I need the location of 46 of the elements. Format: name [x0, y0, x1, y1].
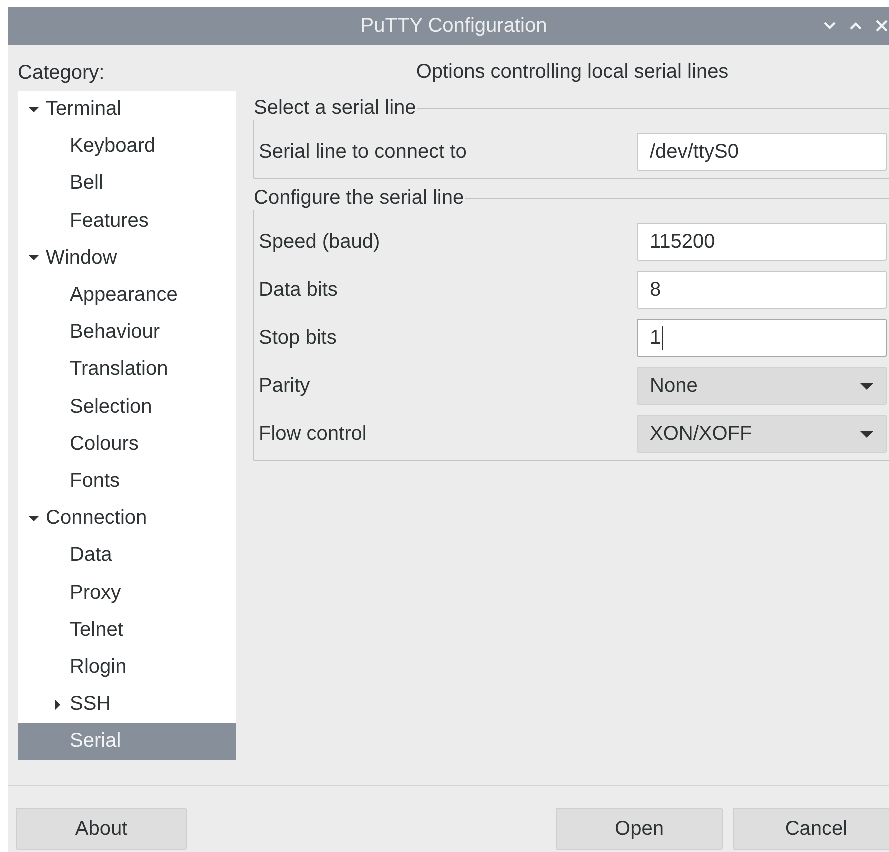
dropdown[interactable]: None	[637, 367, 887, 405]
dialog-button[interactable]: About	[16, 808, 187, 850]
tree-item[interactable]: Proxy	[18, 574, 236, 612]
tree-item[interactable]: Selection	[18, 388, 236, 426]
field-label: Stop bits	[259, 326, 337, 350]
tree-item[interactable]: Telnet	[18, 612, 236, 649]
tree-item[interactable]: Window	[18, 240, 236, 277]
input-field[interactable]: 8	[637, 271, 887, 309]
tree-item[interactable]: Translation	[18, 351, 236, 388]
category-label: Category:	[18, 62, 106, 84]
field-label: Serial line to connect to	[259, 140, 467, 164]
tree-item[interactable]: Keyboard	[18, 128, 236, 166]
dropdown[interactable]: XON/XOFF	[637, 415, 887, 453]
collapse-arrow-icon[interactable]	[29, 253, 39, 264]
field-label: Parity	[259, 374, 310, 398]
dialog-button[interactable]: Open	[556, 808, 723, 850]
maximize-icon[interactable]	[850, 22, 862, 30]
field-label: Flow control	[259, 422, 367, 446]
input-field[interactable]: 115200	[637, 223, 887, 261]
tree-item[interactable]: SSH	[18, 686, 236, 724]
tree-item[interactable]: Data	[18, 537, 236, 574]
input-field[interactable]: /dev/ttyS0	[637, 133, 887, 171]
window-title: PuTTY Configuration	[360, 14, 548, 38]
panel-heading: Options controlling local serial lines	[415, 61, 730, 84]
tree-item[interactable]: Behaviour	[18, 314, 236, 352]
tree-item[interactable]: Bell	[18, 165, 236, 203]
tree-item[interactable]: Appearance	[18, 276, 236, 314]
tree-item[interactable]: Fonts	[18, 462, 236, 500]
group-title: Select a serial line	[253, 97, 418, 120]
caret-icon	[860, 382, 874, 390]
tree-item[interactable]: Terminal	[18, 91, 236, 128]
dialog-button[interactable]: Cancel	[733, 808, 889, 850]
tree-item[interactable]: Connection	[18, 500, 236, 538]
tree-item[interactable]: Colours	[18, 426, 236, 463]
minimize-icon[interactable]	[824, 22, 836, 30]
tree-item[interactable]: Features	[18, 202, 236, 240]
caret-icon	[860, 430, 874, 438]
input-field[interactable]: 1	[637, 319, 887, 357]
collapse-arrow-icon[interactable]	[29, 514, 39, 524]
tree-item[interactable]: Rlogin	[18, 648, 236, 686]
collapse-arrow-icon[interactable]	[29, 104, 39, 115]
close-icon[interactable]	[876, 20, 888, 32]
field-label: Speed (baud)	[259, 230, 380, 254]
expand-arrow-icon[interactable]	[53, 700, 63, 710]
field-label: Data bits	[259, 278, 338, 302]
group-title: Configure the serial line	[253, 187, 466, 210]
